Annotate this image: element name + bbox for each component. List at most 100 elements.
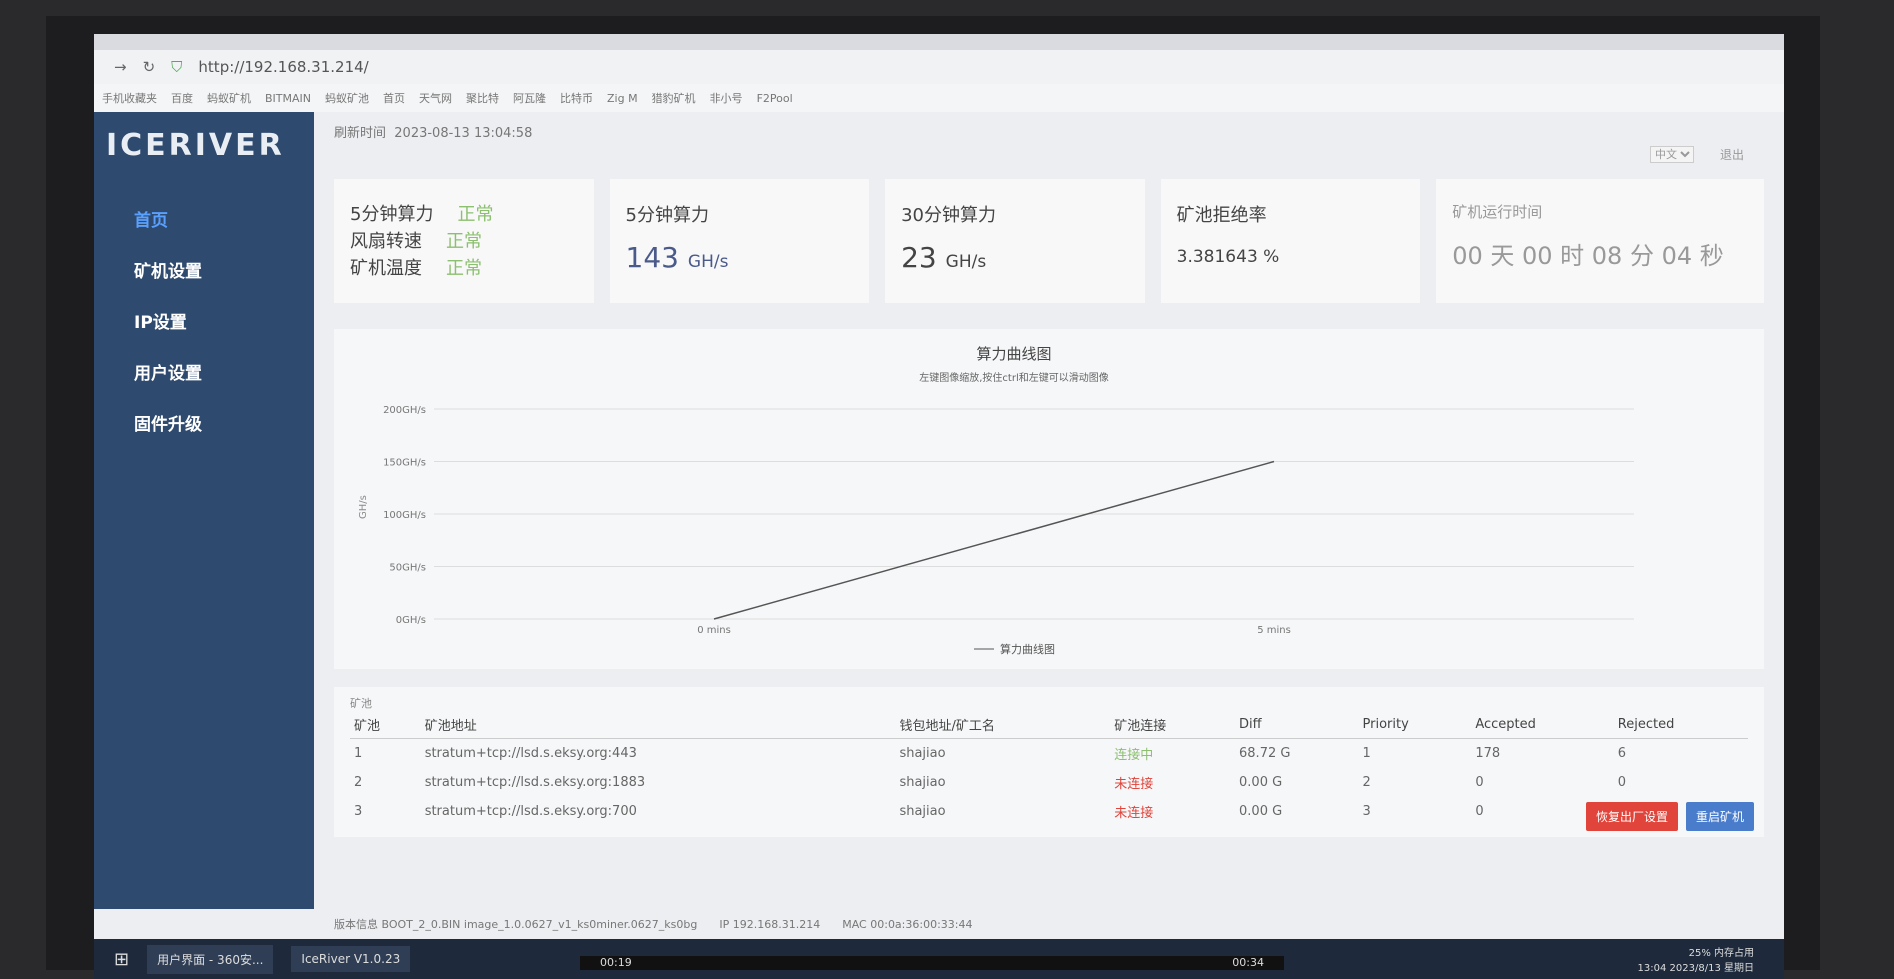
- pool-worker: shajiao: [899, 804, 946, 819]
- nav-user-settings[interactable]: 用户设置: [94, 346, 314, 397]
- status-label: 5分钟算力: [350, 204, 434, 225]
- status-value: 正常: [446, 258, 482, 279]
- card-unit: GH/s: [687, 252, 729, 272]
- address-bar: → ↻ ⛉ http://192.168.31.214/: [94, 50, 1784, 84]
- status-value: 正常: [457, 204, 494, 225]
- nav-home[interactable]: 首页: [94, 193, 314, 244]
- card-value: 23: [901, 241, 937, 274]
- refresh-value: 2023-08-13 13:04:58: [394, 126, 533, 141]
- language-select[interactable]: 中文: [1649, 146, 1694, 163]
- pool-accepted: 178: [1475, 746, 1501, 761]
- forward-icon[interactable]: →: [114, 58, 127, 76]
- pool-url: stratum+tcp://lsd.s.eksy.org:443: [424, 746, 637, 761]
- legend-label[interactable]: 算力曲线图: [1000, 642, 1055, 656]
- column-header: 矿池: [350, 711, 421, 739]
- pool-diff: 0.00 G: [1239, 775, 1283, 790]
- video-player-bar[interactable]: 00:19 00:34: [580, 956, 1284, 970]
- pool-state: 未连接: [1114, 777, 1154, 792]
- status-label: 矿机温度: [350, 258, 422, 279]
- pool-url: stratum+tcp://lsd.s.eksy.org:700: [424, 804, 637, 819]
- bookmark-item[interactable]: 非小号: [710, 90, 743, 106]
- pool-priority: 1: [1362, 746, 1371, 761]
- column-header: 矿池地址: [420, 711, 896, 739]
- card-title: 30分钟算力: [901, 205, 996, 226]
- pool-url: stratum+tcp://lsd.s.eksy.org:1883: [424, 775, 646, 790]
- status-value: 正常: [446, 231, 482, 252]
- uptime-card: 矿机运行时间 00 天 00 时 08 分 04 秒: [1436, 179, 1764, 303]
- pool-state: 连接中: [1114, 748, 1154, 763]
- bookmark-item[interactable]: 阿瓦隆: [513, 90, 546, 106]
- pools-table: 矿池 矿池地址 钱包地址/矿工名 矿池连接 Diff Priority Accepted Re…: [350, 711, 1748, 826]
- bookmark-item[interactable]: 蚂蚁矿池: [325, 90, 369, 106]
- mac-value: 00:0a:36:00:33:44: [870, 917, 973, 931]
- bookmark-item[interactable]: BITMAIN: [265, 92, 311, 105]
- nav-miner-settings[interactable]: 矿机设置: [94, 244, 314, 295]
- logout-link[interactable]: 退出: [1720, 146, 1744, 163]
- bookmark-item[interactable]: 手机收藏夹: [102, 90, 157, 106]
- bookmark-item[interactable]: 首页: [383, 90, 405, 106]
- bookmark-item[interactable]: 蚂蚁矿机: [207, 90, 251, 106]
- pool-worker: shajiao: [899, 775, 946, 790]
- y-tick-label: 100GH/s: [383, 510, 426, 521]
- reboot-button[interactable]: 重启矿机: [1685, 802, 1754, 831]
- x-tick-label: 0 mins: [697, 625, 731, 636]
- pool-row: 2 stratum+tcp://lsd.s.eksy.org:1883 shajia…: [350, 768, 1748, 797]
- taskbar-app[interactable]: IceRiver V1.0.23: [291, 946, 411, 972]
- chart-title: 算力曲线图: [976, 345, 1051, 363]
- column-header: Accepted: [1471, 711, 1614, 739]
- nav-firmware-upgrade[interactable]: 固件升级: [94, 397, 314, 448]
- y-axis-label: GH/s: [358, 495, 369, 519]
- card-title: 5分钟算力: [625, 205, 709, 226]
- bookmark-item[interactable]: 天气网: [419, 90, 452, 106]
- column-header: 矿池连接: [1110, 711, 1236, 739]
- card-unit: GH/s: [945, 252, 987, 272]
- bookmark-item[interactable]: 猎豹矿机: [652, 90, 696, 106]
- y-tick-label: 200GH/s: [383, 405, 426, 416]
- mac-label: MAC: [842, 917, 867, 931]
- tab-bar[interactable]: [94, 34, 1784, 50]
- bookmark-item[interactable]: Zig M: [607, 92, 638, 105]
- bookmark-item[interactable]: 聚比特: [466, 90, 499, 106]
- ip-value: 192.168.31.214: [732, 917, 821, 931]
- hashrate-chart[interactable]: 算力曲线图 左键图像缩放,按住ctrl和左键可以滑动图像 GH/s 0GH/s 5…: [334, 329, 1764, 669]
- windows-start-icon[interactable]: ⊞: [114, 949, 129, 970]
- factory-reset-button[interactable]: 恢复出厂设置: [1585, 802, 1678, 831]
- bookmark-item[interactable]: 百度: [171, 90, 193, 106]
- url-input[interactable]: http://192.168.31.214/: [198, 58, 368, 76]
- iceriver-logo: ICERIVER: [106, 128, 285, 163]
- player-total-time: 00:34: [1232, 956, 1264, 969]
- clock-time[interactable]: 13:04: [1638, 963, 1667, 974]
- player-current-time: 00:19: [600, 956, 632, 969]
- hashrate-series-line: [713, 460, 1275, 620]
- x-tick-label: 5 mins: [1257, 625, 1291, 636]
- y-tick-label: 0GH/s: [396, 615, 426, 626]
- hashrate-5min-card: 5分钟算力 143 GH/s: [609, 179, 870, 303]
- pool-worker: shajiao: [899, 746, 946, 761]
- pool-id: 3: [354, 804, 363, 819]
- card-title: 矿机运行时间: [1452, 203, 1543, 221]
- column-header: Rejected: [1613, 711, 1748, 739]
- nav-ip-settings[interactable]: IP设置: [94, 295, 314, 346]
- column-header: Priority: [1358, 711, 1472, 739]
- refresh-time: 刷新时间 2023-08-13 13:04:58: [334, 122, 1764, 141]
- reload-icon[interactable]: ↻: [143, 58, 156, 76]
- pool-row: 3 stratum+tcp://lsd.s.eksy.org:700 shajiao…: [350, 797, 1748, 826]
- main-content: 刷新时间 2023-08-13 13:04:58 中文 退出 5分钟算力 正常 风…: [314, 112, 1784, 909]
- pool-diff: 0.00 G: [1239, 804, 1283, 819]
- version-value: BOOT_2_0.BIN image_1.0.0627_v1_ks0miner.…: [381, 918, 698, 931]
- card-value: 3.381643 %: [1176, 247, 1280, 267]
- chart-svg: 算力曲线图 左键图像缩放,按住ctrl和左键可以滑动图像 GH/s 0GH/s 5…: [358, 345, 1634, 656]
- pool-id: 2: [354, 775, 363, 790]
- pool-row: 1 stratum+tcp://lsd.s.eksy.org:443 shajiao…: [350, 739, 1748, 769]
- pool-accepted: 0: [1475, 775, 1484, 790]
- y-tick-label: 50GH/s: [389, 563, 426, 574]
- bookmark-item[interactable]: 比特币: [560, 90, 593, 106]
- ip-label: IP: [719, 917, 730, 931]
- bookmark-item[interactable]: F2Pool: [757, 92, 793, 105]
- y-tick-label: 150GH/s: [383, 458, 426, 469]
- reject-rate-card: 矿池拒绝率 3.381643 %: [1160, 179, 1421, 303]
- hashrate-30min-card: 30分钟算力 23 GH/s: [885, 179, 1145, 303]
- taskbar-app[interactable]: 用户界面 - 360安...: [147, 944, 274, 974]
- card-value: 143: [625, 241, 679, 274]
- clock-date[interactable]: 2023/8/13 星期日: [1670, 963, 1754, 974]
